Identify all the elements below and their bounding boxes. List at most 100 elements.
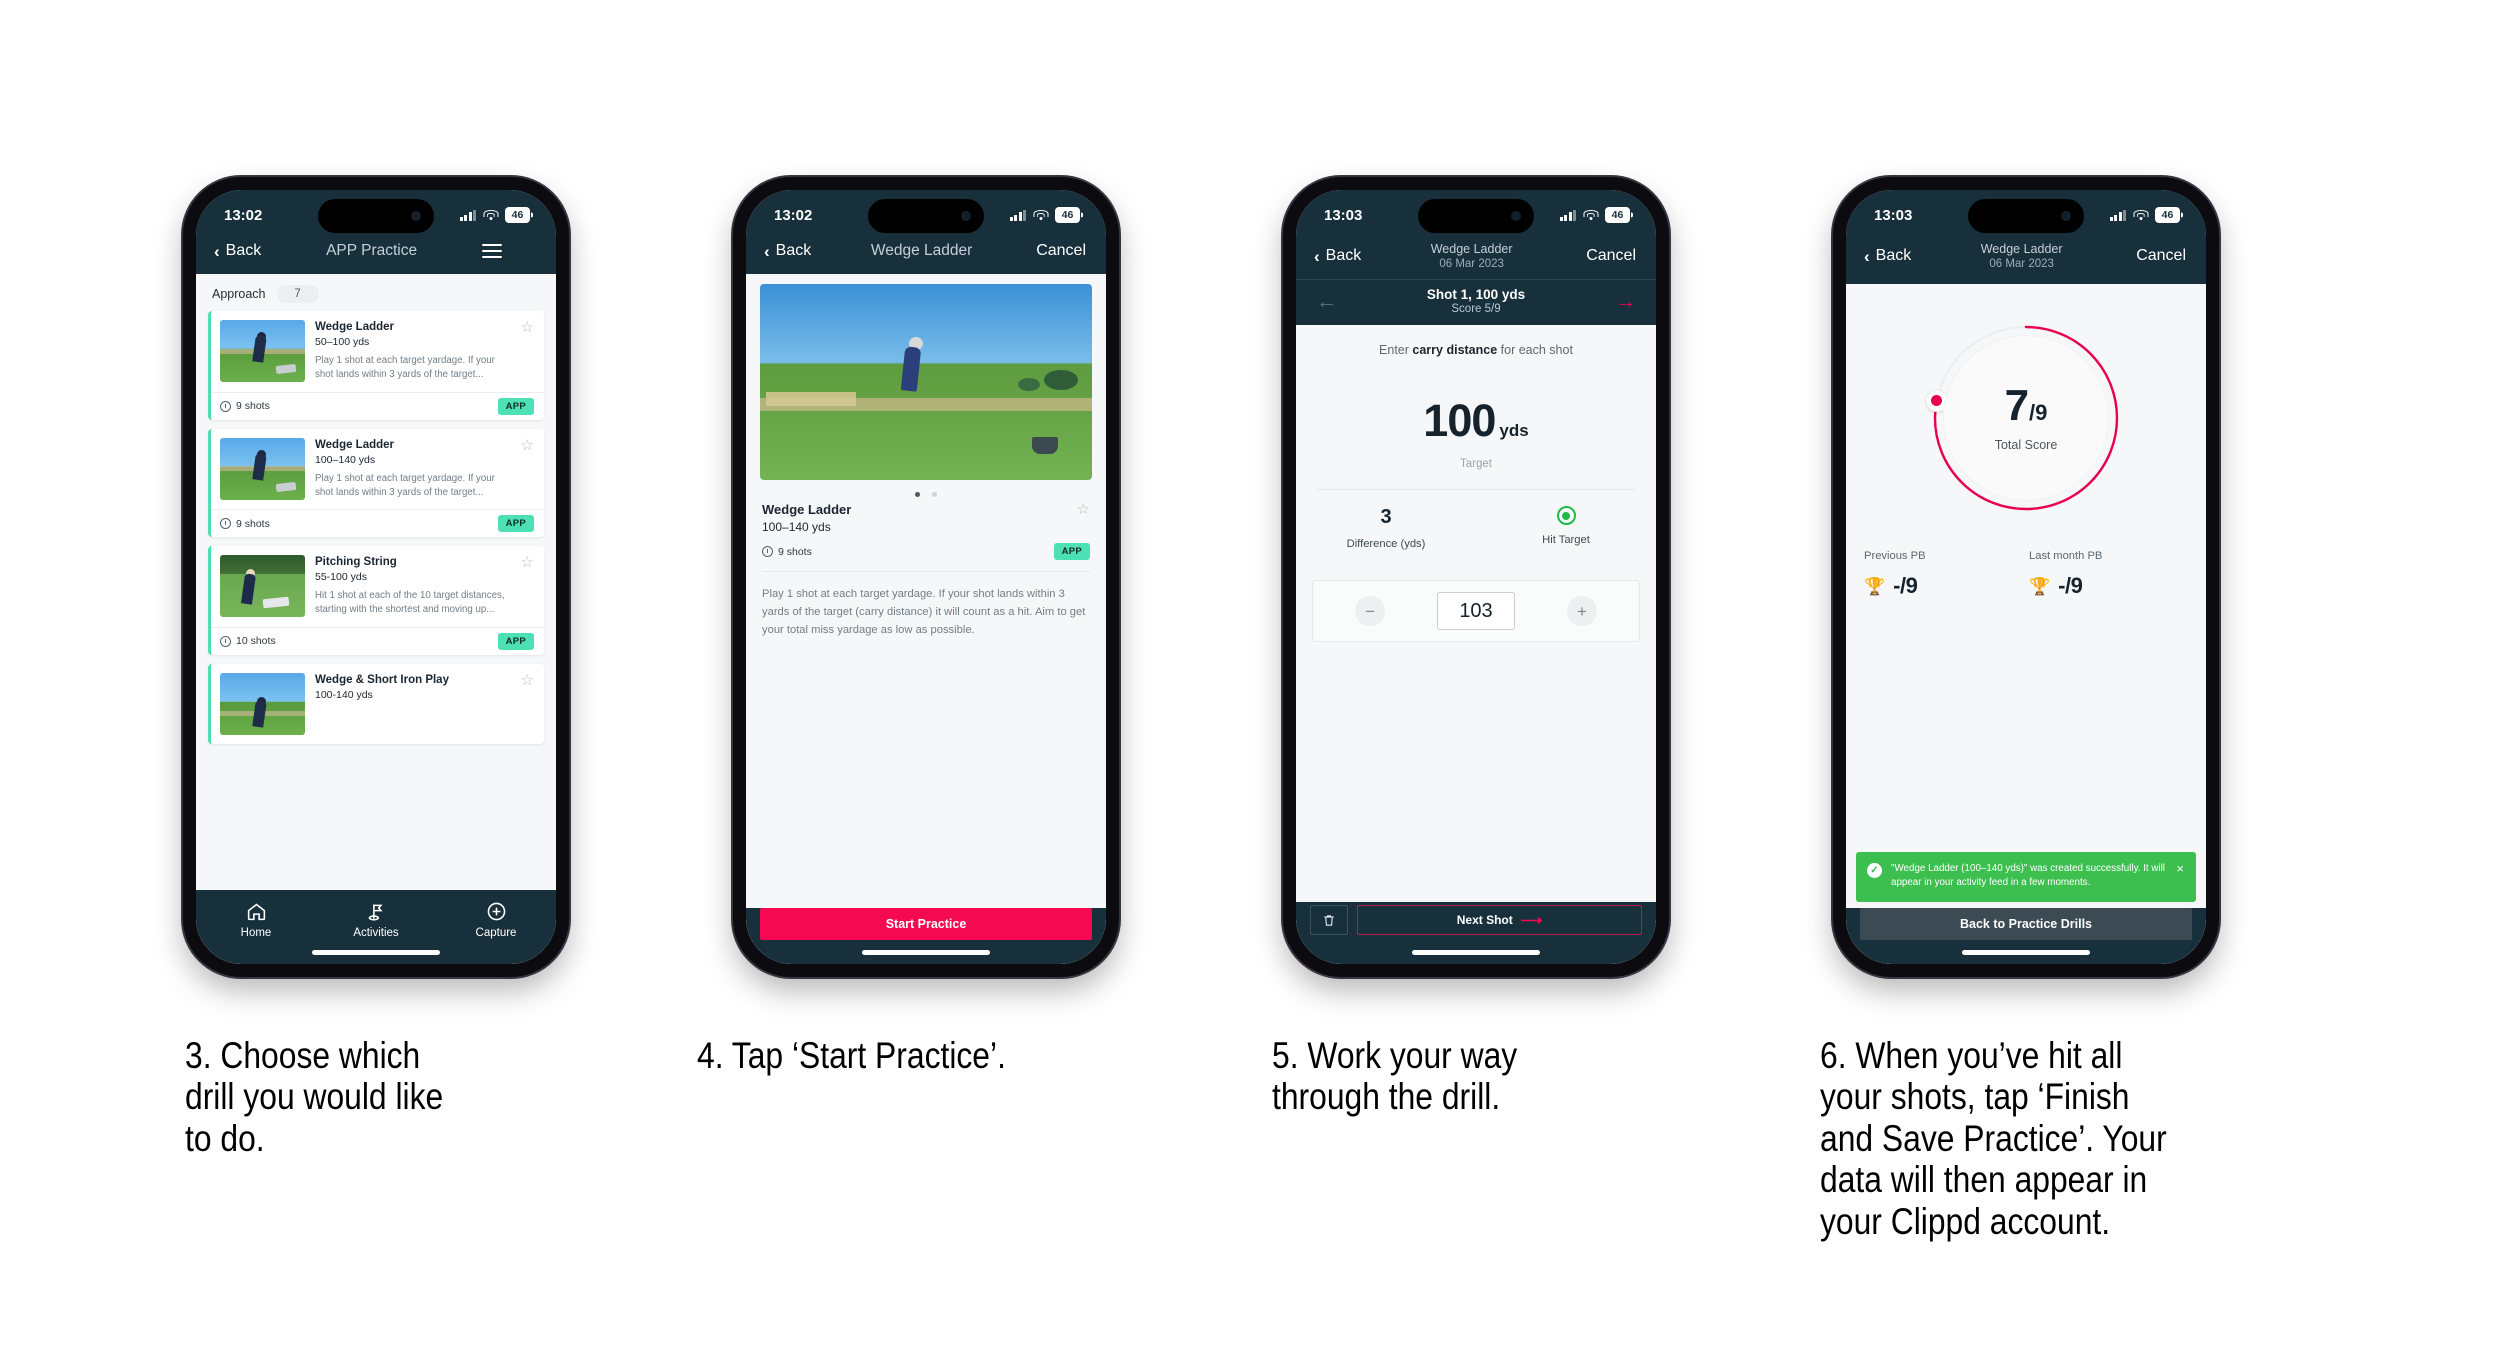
success-toast: ✓ "Wedge Ladder (100–140 yds)" was creat…	[1856, 851, 2196, 902]
previous-pb-value-row: 🏆 -/9	[1864, 573, 2023, 599]
score-label: Total Score	[1994, 438, 2058, 452]
favourite-star-icon[interactable]: ☆	[517, 438, 534, 501]
sidebar-item-activities[interactable]: Activities	[341, 901, 411, 939]
home-indicator	[312, 950, 440, 955]
drill-card-main: Wedge & Short Iron Play 100-140 yds ☆	[211, 664, 544, 744]
drill-card[interactable]: Wedge & Short Iron Play 100-140 yds ☆	[208, 663, 544, 744]
page-title-text: Wedge Ladder	[1980, 242, 2063, 256]
status-indicators: 46	[1009, 206, 1080, 224]
phone-mockup-4: 13:03 46 ‹ Back Wedge Ladder 06 Mar 2023…	[1833, 177, 2219, 977]
drill-range: 100-140 yds	[315, 688, 373, 701]
clock-icon	[762, 546, 773, 557]
decrement-button[interactable]: −	[1355, 596, 1385, 626]
divider	[1316, 489, 1636, 490]
drill-description: Play 1 shot at each target yardage. If y…	[762, 588, 1086, 637]
home-indicator	[862, 950, 990, 955]
cta-footer: Start Practice	[746, 908, 1106, 964]
phone-1-screen: 13:02 46 ‹ Back APP Practice Approach 7 …	[196, 190, 556, 964]
battery-indicator: 46	[2155, 206, 2180, 224]
back-label: Back	[225, 242, 262, 259]
page-title-date: 06 Mar 2023	[1989, 258, 2054, 270]
flag-icon	[368, 904, 383, 921]
shot-score: Score 5/9	[1451, 303, 1501, 315]
drill-card[interactable]: Wedge Ladder 50–100 yds Play 1 shot at e…	[208, 311, 544, 420]
carousel-dot[interactable]	[932, 492, 937, 497]
favourite-star-icon[interactable]: ☆	[1073, 502, 1090, 517]
carousel-dot-active[interactable]	[915, 492, 920, 497]
close-icon[interactable]: ×	[2176, 862, 2184, 875]
cellular-signal-icon	[2109, 209, 2126, 221]
chevron-left-icon: ‹	[1314, 246, 1320, 266]
drill-card[interactable]: Pitching String 55-100 yds Hit 1 shot at…	[208, 546, 544, 655]
page-title-text: Wedge Ladder	[870, 242, 973, 259]
back-to-practice-drills-button[interactable]: Back to Practice Drills	[1860, 908, 2192, 940]
category-badge: APP	[1053, 543, 1090, 560]
status-indicators: 46	[1559, 206, 1630, 224]
difference-label: Difference (yds)	[1346, 538, 1426, 550]
stat-difference: 3 Difference (yds)	[1296, 506, 1476, 550]
back-button[interactable]: ‹ Back	[764, 242, 811, 260]
status-indicators: 46	[2109, 206, 2180, 224]
page-title-text: Wedge Ladder	[1430, 242, 1513, 256]
back-label: Back	[775, 242, 812, 259]
shot-stats: 3 Difference (yds) Hit Target	[1296, 506, 1656, 550]
carry-distance-stepper: − 103 +	[1312, 580, 1640, 642]
prompt-bold: carry distance	[1412, 343, 1498, 357]
home-indicator	[1962, 950, 2090, 955]
back-button[interactable]: ‹ Back	[1864, 247, 1911, 265]
sidebar-item-capture[interactable]: Capture	[461, 901, 531, 939]
filter-row[interactable]: Approach 7	[196, 274, 556, 311]
next-shot-arrow-icon[interactable]: →	[1615, 291, 1636, 312]
drill-card-footer: 10 shots APP	[211, 626, 544, 655]
drill-meta-row: 9 shots APP	[762, 543, 1090, 560]
drill-card[interactable]: Wedge Ladder 100–140 yds Play 1 shot at …	[208, 428, 544, 537]
phone-mockup-2: 13:02 46 ‹ Back Wedge Ladder Cancel Wedg…	[733, 177, 1119, 977]
hamburger-icon	[482, 243, 502, 259]
clock-icon	[220, 400, 231, 412]
back-button[interactable]: ‹ Back	[1314, 247, 1361, 265]
drill-hero-image	[760, 284, 1092, 480]
delete-shot-button[interactable]	[1310, 905, 1348, 935]
status-indicators: 46	[459, 206, 530, 224]
drill-card-main: Wedge Ladder 100–140 yds Play 1 shot at …	[211, 429, 544, 510]
status-time: 13:02	[774, 206, 813, 224]
cancel-button[interactable]: Cancel	[2132, 247, 2186, 265]
previous-pb-value: -/9	[1893, 573, 1918, 598]
page-title: APP Practice	[261, 242, 482, 260]
wifi-icon	[1583, 209, 1598, 221]
back-label: Back	[1875, 247, 1912, 264]
favourite-star-icon[interactable]: ☆	[517, 555, 534, 618]
carousel-dots[interactable]	[746, 480, 1106, 500]
drill-card-list: Wedge Ladder 50–100 yds Play 1 shot at e…	[196, 311, 556, 744]
score-total: 9	[2035, 400, 2048, 425]
increment-button[interactable]: +	[1567, 596, 1597, 626]
sidebar-item-home[interactable]: Home	[221, 901, 291, 939]
cancel-button[interactable]: Cancel	[1032, 242, 1086, 260]
target-ring-icon	[1556, 506, 1576, 525]
filter-count-chip[interactable]: 7	[276, 285, 319, 303]
hit-target-label: Hit Target	[1542, 534, 1590, 546]
favourite-star-icon[interactable]: ☆	[517, 673, 534, 735]
cancel-button[interactable]: Cancel	[1582, 247, 1636, 265]
drill-thumbnail	[220, 555, 305, 617]
drill-thumbnail	[220, 672, 305, 735]
category-badge: APP	[497, 632, 534, 650]
drill-shots: 10 shots	[220, 635, 276, 647]
entry-prompt: Enter carry distance for each shot	[1296, 325, 1656, 357]
start-practice-button[interactable]: Start Practice	[760, 908, 1092, 940]
drill-range: 50–100 yds	[315, 336, 370, 349]
previous-shot-arrow-icon[interactable]: ←	[1316, 291, 1337, 312]
drill-description: Play 1 shot at each target yardage. If y…	[315, 472, 495, 498]
front-camera-icon	[2061, 211, 2071, 221]
phone-mockup-3: 13:03 46 ‹ Back Wedge Ladder 06 Mar 2023…	[1283, 177, 1669, 977]
menu-button[interactable]	[482, 243, 536, 259]
home-indicator	[1412, 950, 1540, 955]
trash-icon	[1324, 914, 1334, 926]
back-button[interactable]: ‹ Back	[214, 242, 261, 260]
carry-distance-input[interactable]: 103	[1437, 592, 1515, 630]
next-shot-button[interactable]: Next Shot ⟶	[1357, 905, 1642, 935]
favourite-star-icon[interactable]: ☆	[517, 320, 534, 383]
drill-title: Wedge Ladder	[762, 502, 852, 517]
plus-circle-icon	[487, 902, 505, 921]
score-value: 7	[2004, 381, 2030, 430]
